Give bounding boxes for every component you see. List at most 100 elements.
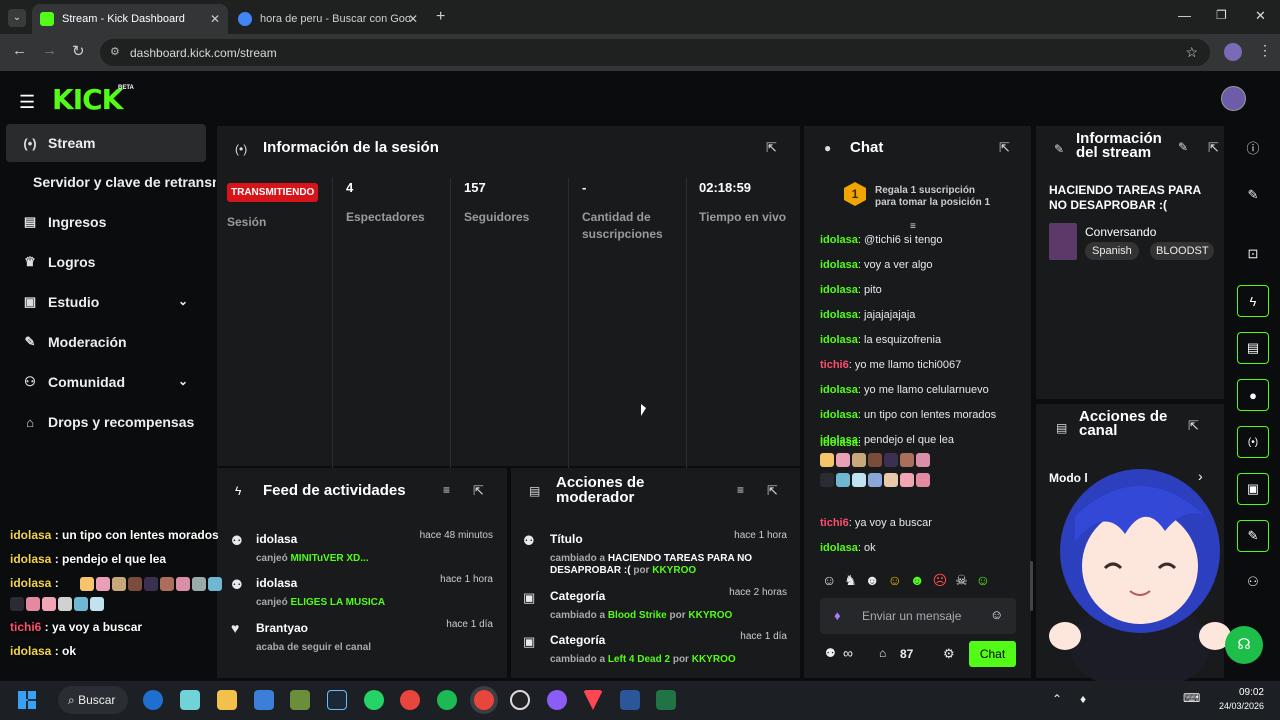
taskbar-search-button[interactable]: ⌕ Buscar: [58, 686, 128, 714]
emote-icon[interactable]: ☻: [865, 572, 888, 588]
store-icon[interactable]: ⌂: [879, 646, 886, 660]
sidebar-item-estudio[interactable]: ▣ Estudio ⌄: [6, 283, 206, 321]
emote-icon[interactable]: ☻: [910, 572, 933, 588]
screenshot-icon[interactable]: ⊡: [1237, 238, 1269, 270]
sidebar-item-server-key[interactable]: Servidor y clave de retransm: [6, 163, 216, 201]
chevron-down-icon[interactable]: ⌄: [178, 374, 188, 388]
steam-icon[interactable]: [327, 690, 347, 710]
emote-icon[interactable]: ☹: [933, 572, 956, 588]
whatsapp-icon[interactable]: [364, 690, 384, 710]
chat-username[interactable]: idolasa: [820, 437, 858, 449]
filter-icon[interactable]: ≡: [737, 483, 744, 497]
wrench-icon[interactable]: ✎: [1237, 520, 1269, 552]
popout-icon[interactable]: ⇱: [766, 140, 777, 156]
hamburger-menu-icon[interactable]: ☰: [19, 92, 35, 113]
spotify-icon[interactable]: [437, 690, 457, 710]
document-icon[interactable]: ▤: [1237, 332, 1269, 364]
back-icon[interactable]: ←: [12, 42, 27, 59]
sidebar-item-logros[interactable]: ♛ Logros: [6, 243, 206, 281]
reload-icon[interactable]: ↻: [72, 42, 85, 60]
chat-username[interactable]: tichi6: [820, 359, 849, 371]
chrome-active-icon[interactable]: [474, 690, 494, 710]
filter-icon[interactable]: ≡: [443, 483, 450, 497]
chat-message-input[interactable]: ♦ Enviar un mensaje ☺: [820, 598, 1016, 634]
obs-icon[interactable]: [510, 690, 530, 710]
sidebar-item-ingresos[interactable]: ▤ Ingresos: [6, 203, 206, 241]
system-date[interactable]: 24/03/2026: [1210, 701, 1264, 711]
emote-icon[interactable]: ☠: [955, 572, 976, 588]
channel-points-icon[interactable]: ⚉: [825, 646, 836, 660]
chat-bubble-icon[interactable]: ●: [1237, 379, 1269, 411]
keyboard-icon[interactable]: ⌨: [1183, 691, 1200, 705]
new-tab-icon[interactable]: +: [436, 8, 445, 26]
tag-chip[interactable]: Spanish: [1085, 242, 1139, 260]
layout-icon[interactable]: ▣: [1237, 473, 1269, 505]
emote-icon[interactable]: ☺: [976, 572, 998, 588]
lightning-icon[interactable]: ϟ: [1237, 285, 1269, 317]
kick-logo[interactable]: KICK: [52, 83, 123, 116]
windows-start-icon[interactable]: [18, 691, 36, 709]
popout-icon[interactable]: ⇱: [1208, 140, 1219, 156]
popout-icon[interactable]: ⇱: [473, 483, 484, 499]
emoji-picker-icon[interactable]: ☺: [990, 607, 1003, 622]
emote-icon[interactable]: ☺: [822, 572, 844, 588]
maximize-icon[interactable]: ❐: [1216, 8, 1227, 22]
store-icon[interactable]: [254, 690, 274, 710]
emote-icon[interactable]: ☺: [888, 572, 910, 588]
close-tab-icon[interactable]: ✕: [210, 12, 220, 26]
bookmark-star-icon[interactable]: ☆: [1185, 44, 1198, 61]
sidebar-item-moderacion[interactable]: ✎ Moderación: [6, 323, 206, 361]
edit-pencil-icon[interactable]: ✎: [1237, 179, 1269, 211]
pinned-toggle-icon[interactable]: ≡: [910, 221, 916, 232]
forward-icon[interactable]: →: [42, 42, 57, 59]
popout-icon[interactable]: ⇱: [767, 483, 778, 499]
microphone-icon[interactable]: ♦: [1080, 692, 1086, 706]
app-icon[interactable]: [547, 690, 567, 710]
send-chat-button[interactable]: Chat: [969, 641, 1016, 667]
file-explorer-icon[interactable]: [217, 690, 237, 710]
browser-menu-icon[interactable]: ⋮: [1258, 42, 1272, 59]
chat-username[interactable]: idolasa: [820, 334, 858, 346]
chat-username[interactable]: idolasa: [820, 234, 858, 246]
sidebar-item-stream[interactable]: (•) Stream: [6, 124, 206, 162]
edit-pencil-icon[interactable]: ✎: [1178, 140, 1188, 154]
chat-username[interactable]: idolasa: [820, 542, 858, 554]
app-icon[interactable]: [180, 690, 200, 710]
chat-username[interactable]: idolasa: [820, 409, 858, 421]
stream-category[interactable]: Conversando: [1085, 225, 1156, 239]
system-time[interactable]: 09:02: [1210, 687, 1264, 698]
gift-rank-badge[interactable]: 1: [844, 182, 866, 206]
headset-support-icon[interactable]: ☊: [1225, 626, 1263, 664]
emote-icon[interactable]: ♞: [844, 572, 865, 588]
word-icon[interactable]: [620, 690, 640, 710]
info-icon[interactable]: ⓘ: [1237, 131, 1269, 163]
user-avatar[interactable]: [1221, 86, 1246, 111]
sidebar-item-drops[interactable]: ⌂ Drops y recompensas: [6, 403, 206, 441]
close-window-icon[interactable]: ✕: [1255, 8, 1266, 24]
excel-icon[interactable]: [656, 690, 676, 710]
gift-sub-prompt[interactable]: Regala 1 suscripción para tomar la posic…: [875, 185, 990, 209]
minecraft-icon[interactable]: [290, 690, 310, 710]
popout-icon[interactable]: ⇱: [999, 140, 1010, 156]
tray-chevron-up-icon[interactable]: ⌃: [1052, 692, 1062, 706]
chat-scrollbar[interactable]: [1030, 561, 1033, 611]
tab-kick-dashboard[interactable]: Stream - Kick Dashboard ✕: [32, 4, 228, 34]
sidebar-item-comunidad[interactable]: ⚇ Comunidad ⌄: [6, 363, 206, 401]
close-tab-icon[interactable]: ✕: [408, 12, 418, 26]
chat-username[interactable]: idolasa: [820, 309, 858, 321]
community-icon[interactable]: ⚇: [1237, 566, 1269, 598]
site-info-icon[interactable]: ⚙: [110, 45, 120, 58]
chrome-icon[interactable]: [400, 690, 420, 710]
chat-username[interactable]: tichi6: [820, 517, 849, 529]
microphone-icon[interactable]: ♦: [834, 608, 841, 623]
broadcast-icon[interactable]: (•): [1237, 426, 1269, 458]
chevron-down-icon[interactable]: ⌄: [178, 294, 188, 308]
quick-emote-bar[interactable]: ☺♞☻☺☻☹☠☺: [822, 572, 1022, 589]
chat-settings-gear-icon[interactable]: ⚙: [943, 646, 955, 662]
chat-username[interactable]: idolasa: [820, 384, 858, 396]
tag-chip[interactable]: BLOODST: [1150, 242, 1214, 260]
tab-search-icon[interactable]: ⌄: [8, 9, 26, 27]
chat-username[interactable]: idolasa: [820, 259, 858, 271]
address-bar[interactable]: ⚙ dashboard.kick.com/stream ☆: [100, 39, 1210, 66]
edge-browser-icon[interactable]: [143, 690, 163, 710]
